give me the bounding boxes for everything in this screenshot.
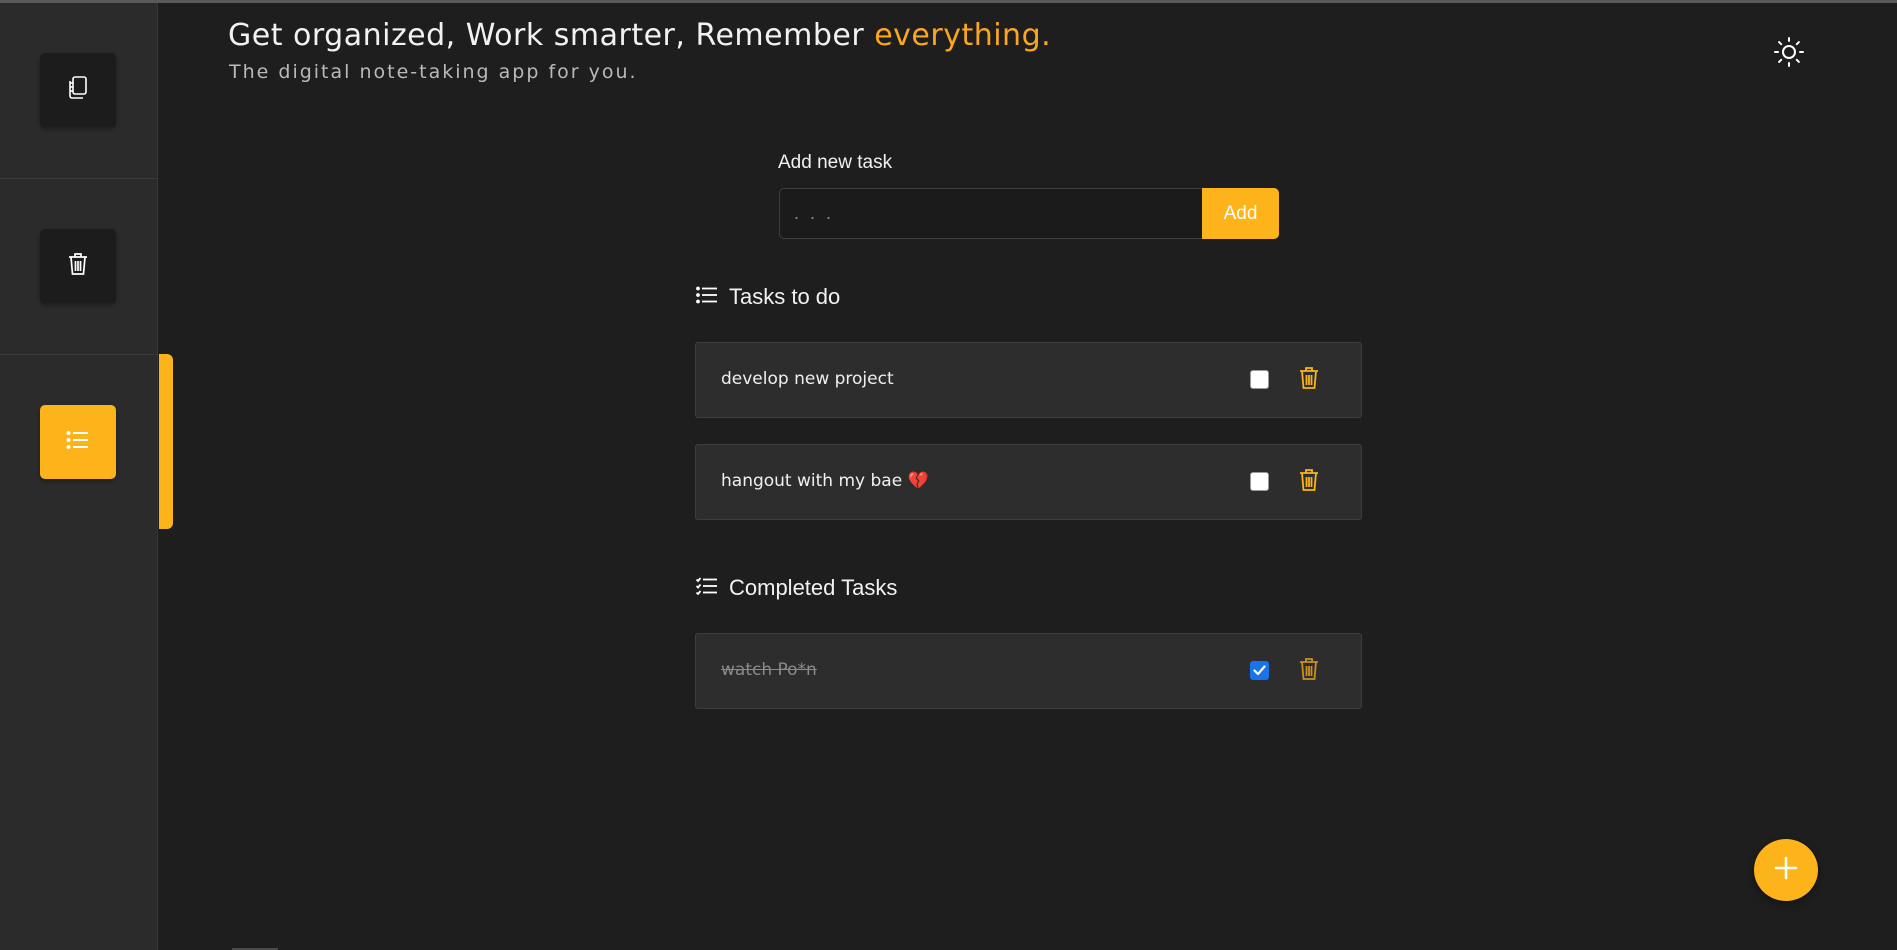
page-title: Get organized, Work smarter, Remember ev… — [228, 18, 1051, 53]
notes-icon — [66, 75, 90, 105]
task-checkbox[interactable] — [1250, 661, 1269, 680]
task-checkbox[interactable] — [1250, 370, 1269, 389]
add-task-label: Add new task — [778, 152, 893, 173]
task-delete-button[interactable] — [1297, 366, 1321, 394]
task-text: watch Po*n — [721, 660, 817, 680]
add-task-button[interactable]: Add — [1202, 188, 1279, 239]
task-text: develop new project — [721, 369, 894, 389]
task-item: develop new project — [695, 342, 1362, 418]
task-checkbox[interactable] — [1250, 472, 1269, 491]
sidebar-section-trash — [0, 179, 158, 355]
checklist-icon — [695, 575, 718, 601]
task-delete-button[interactable] — [1297, 468, 1321, 496]
active-indicator — [159, 354, 173, 529]
list-icon — [696, 284, 718, 310]
completed-section-heading: Completed Tasks — [695, 575, 898, 601]
add-fab-button[interactable] — [1754, 839, 1818, 901]
sun-icon — [1773, 36, 1805, 72]
task-delete-button[interactable] — [1297, 657, 1321, 685]
task-item: hangout with my bae 💔 — [695, 444, 1362, 520]
sidebar-item-trash[interactable] — [40, 229, 116, 303]
theme-toggle-button[interactable] — [1772, 37, 1806, 71]
sidebar-section-notes — [0, 3, 158, 179]
add-task-input[interactable] — [779, 188, 1203, 239]
todo-section-heading: Tasks to do — [696, 284, 840, 310]
window-top-border — [0, 0, 1897, 3]
trash-icon — [67, 251, 89, 281]
task-text: hangout with my bae 💔 — [721, 471, 929, 491]
page-title-accent: everything. — [874, 18, 1052, 53]
sidebar-section-tasks — [0, 355, 158, 531]
sidebar — [0, 3, 158, 950]
checkmark-icon — [1253, 661, 1266, 680]
page-subtitle: The digital note-taking app for you. — [229, 61, 638, 83]
sidebar-item-notes[interactable] — [40, 53, 116, 127]
completed-task-item: watch Po*n — [695, 633, 1362, 709]
list-icon — [66, 430, 90, 454]
trash-icon — [1298, 656, 1320, 686]
sidebar-item-tasks[interactable] — [40, 405, 116, 479]
plus-icon — [1772, 854, 1800, 886]
trash-icon — [1298, 467, 1320, 497]
trash-icon — [1298, 365, 1320, 395]
page-title-main: Get organized, Work smarter, Remember — [228, 18, 875, 53]
completed-heading-text: Completed Tasks — [729, 575, 898, 600]
todo-heading-text: Tasks to do — [729, 284, 841, 309]
